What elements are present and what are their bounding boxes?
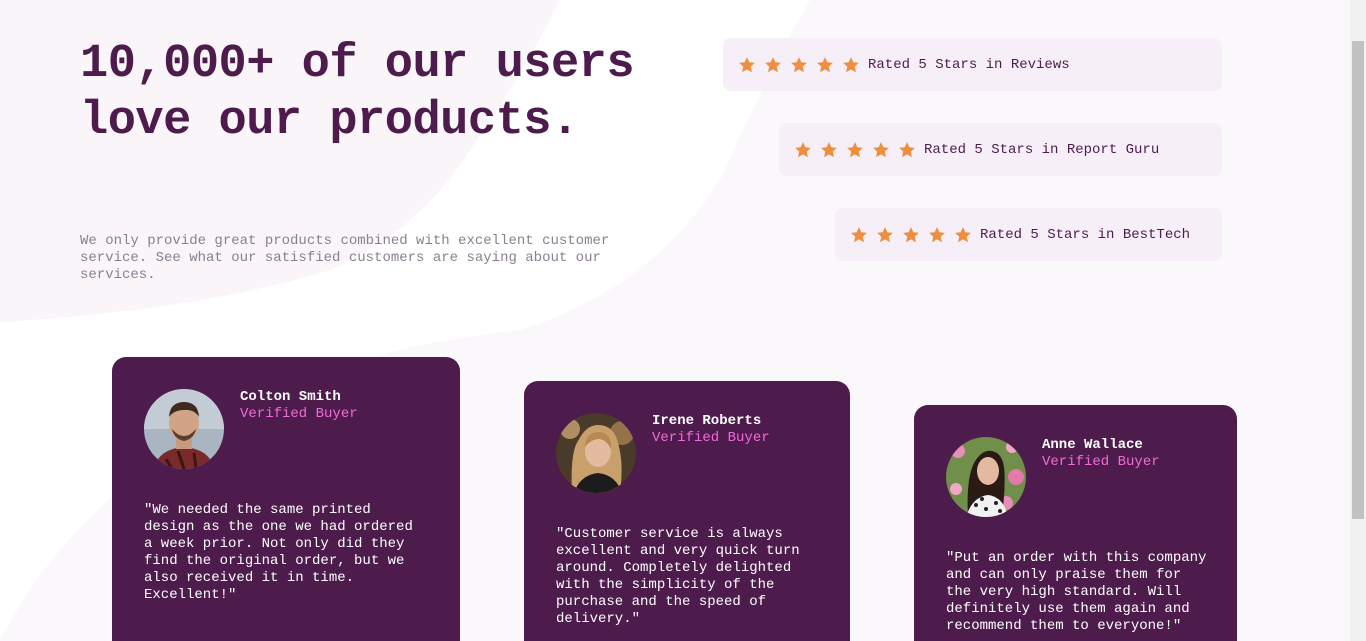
- testimonial-name: Irene Roberts: [652, 413, 762, 429]
- rating-label: Rated 5 Stars in BestTech: [980, 226, 1191, 243]
- rating-label: Rated 5 Stars in Report Guru: [924, 141, 1160, 158]
- avatar: [946, 437, 1026, 517]
- star-icon: [820, 141, 838, 159]
- star-icon: [954, 226, 972, 244]
- star-icon: [794, 141, 812, 159]
- star-icon: [872, 141, 890, 159]
- testimonial-quote: "We needed the same printed design as th…: [144, 502, 413, 603]
- verified-buyer-label: Verified Buyer: [1042, 454, 1160, 470]
- avatar: [144, 389, 224, 469]
- verified-buyer-label: Verified Buyer: [240, 406, 358, 422]
- testimonial-quote: "Put an order with this company and can …: [946, 550, 1207, 634]
- vertical-scrollbar[interactable]: [1350, 0, 1366, 641]
- star-icon: [764, 56, 782, 74]
- avatar: [556, 413, 636, 493]
- star-icon: [876, 226, 894, 244]
- star-icon: [846, 141, 864, 159]
- testimonial-name: Colton Smith: [240, 389, 341, 405]
- testimonial-card-colton: Colton Smith Verified Buyer "We needed t…: [112, 357, 460, 641]
- rating-besttech: Rated 5 Stars in BestTech: [835, 208, 1222, 261]
- page-title: 10,000+ of our users love our products.: [80, 38, 635, 148]
- star-rating: [850, 226, 980, 244]
- rating-report-guru: Rated 5 Stars in Report Guru: [779, 123, 1222, 176]
- testimonial-quote: "Customer service is always excellent an…: [556, 526, 800, 627]
- star-icon: [850, 226, 868, 244]
- star-rating: [738, 56, 868, 74]
- scrollbar-thumb[interactable]: [1352, 41, 1364, 519]
- intro-text: We only provide great products combined …: [80, 233, 610, 283]
- star-icon: [902, 226, 920, 244]
- testimonial-card-irene: Irene Roberts Verified Buyer "Customer s…: [524, 381, 850, 641]
- star-rating: [794, 141, 924, 159]
- testimonial-card-anne: Anne Wallace Verified Buyer "Put an orde…: [914, 405, 1237, 641]
- testimonial-name: Anne Wallace: [1042, 437, 1143, 453]
- star-icon: [842, 56, 860, 74]
- star-icon: [816, 56, 834, 74]
- star-icon: [738, 56, 756, 74]
- verified-buyer-label: Verified Buyer: [652, 430, 770, 446]
- star-icon: [928, 226, 946, 244]
- star-icon: [898, 141, 916, 159]
- rating-label: Rated 5 Stars in Reviews: [868, 56, 1070, 73]
- star-icon: [790, 56, 808, 74]
- rating-reviews: Rated 5 Stars in Reviews: [723, 38, 1222, 91]
